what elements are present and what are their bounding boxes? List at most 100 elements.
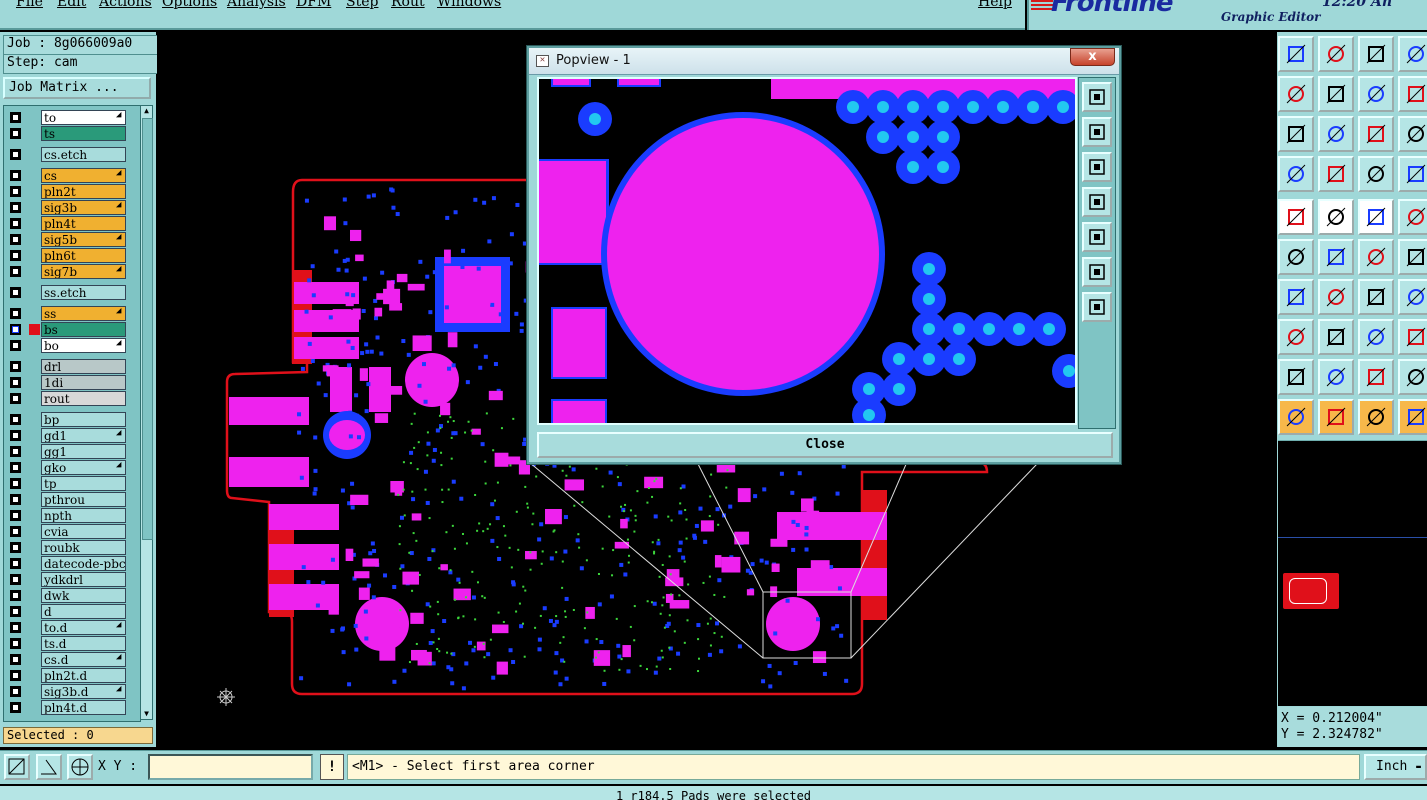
layer-row[interactable]: sig7b ◢ xyxy=(4,264,140,280)
layer-name[interactable]: pln2t xyxy=(41,184,126,199)
drill-button[interactable] xyxy=(1358,239,1394,275)
scroll-up-icon[interactable]: ▲ xyxy=(142,106,151,116)
layer-name[interactable]: ts xyxy=(41,126,126,141)
diagonal-button[interactable] xyxy=(1318,279,1354,315)
layer-row[interactable]: cs ◢ xyxy=(4,168,140,184)
layer-row[interactable]: bo ◢ xyxy=(4,338,140,354)
layer-row[interactable]: sig5b ◢ xyxy=(4,232,140,248)
layer-checkbox[interactable] xyxy=(10,494,21,505)
layer-name[interactable]: to xyxy=(41,110,126,125)
layer-checkbox[interactable] xyxy=(10,590,21,601)
units-selector[interactable]: Inch ▬ xyxy=(1364,754,1427,780)
execute-button[interactable]: ! xyxy=(320,754,344,780)
measure-mode-button[interactable] xyxy=(36,754,62,780)
menu-dfm[interactable]: DFM xyxy=(296,0,331,10)
layer-row[interactable]: gko ◢ xyxy=(4,460,140,476)
layer-row[interactable]: pln4t xyxy=(4,216,140,232)
layer-list-scrollbar[interactable]: ▲ ▼ xyxy=(140,105,153,720)
component-button[interactable] xyxy=(1398,319,1427,355)
menu-edit[interactable]: Edit xyxy=(57,0,86,10)
layer-checkbox[interactable] xyxy=(10,462,21,473)
layer-row[interactable]: to.d ◢ xyxy=(4,620,140,636)
step-button[interactable] xyxy=(1398,36,1427,72)
layer-checkbox[interactable] xyxy=(10,430,21,441)
pop-pan-up-button[interactable] xyxy=(1082,117,1112,147)
menu-options[interactable]: Options xyxy=(162,0,217,10)
zoom-home-button[interactable] xyxy=(1278,36,1314,72)
line-button[interactable] xyxy=(1318,199,1354,235)
layer-row[interactable]: ss ◢ xyxy=(4,306,140,322)
trace-button[interactable] xyxy=(1318,319,1354,355)
layer-row[interactable]: roubk xyxy=(4,540,140,556)
triangle-button[interactable] xyxy=(1278,359,1314,395)
arc-button[interactable] xyxy=(1358,279,1394,315)
layer-row[interactable]: sig3b.d ◢ xyxy=(4,684,140,700)
pop-zoom-in-button[interactable] xyxy=(1082,257,1112,287)
pan-left-button[interactable] xyxy=(1278,76,1314,112)
layer-row[interactable]: pln6t xyxy=(4,248,140,264)
layer-checkbox[interactable] xyxy=(10,324,21,335)
layer-checkbox[interactable] xyxy=(10,478,21,489)
net-button[interactable] xyxy=(1358,156,1394,192)
center-button[interactable] xyxy=(1318,116,1354,152)
drill2-button[interactable] xyxy=(1398,239,1427,275)
layer-row[interactable]: pthrou xyxy=(4,492,140,508)
layer-name[interactable]: ts.d xyxy=(41,636,126,651)
layer-row[interactable]: ts.d xyxy=(4,636,140,652)
layer-row[interactable]: cs.etch xyxy=(4,147,140,163)
layer-checkbox[interactable] xyxy=(10,250,21,261)
layer-checkbox[interactable] xyxy=(10,622,21,633)
ruler-button[interactable] xyxy=(1358,199,1394,235)
layer-name[interactable]: 1di xyxy=(41,375,126,390)
scroll-button[interactable] xyxy=(1398,76,1427,112)
grid-mode-button[interactable] xyxy=(67,754,93,780)
layer-name[interactable]: cs.d xyxy=(41,652,126,667)
layer-checkbox[interactable] xyxy=(10,558,21,569)
menu-file[interactable]: File xyxy=(16,0,43,10)
layer-name[interactable]: bp xyxy=(41,412,126,427)
layer-checkbox[interactable] xyxy=(10,186,21,197)
grid-button[interactable] xyxy=(1318,156,1354,192)
home-button[interactable] xyxy=(1358,36,1394,72)
layer-name[interactable]: ss.etch xyxy=(41,285,126,300)
layer-row[interactable]: gg1 xyxy=(4,444,140,460)
layer-checkbox[interactable] xyxy=(10,542,21,553)
pad-button[interactable] xyxy=(1278,199,1314,235)
layer-name[interactable]: gg1 xyxy=(41,444,126,459)
layer-checkbox[interactable] xyxy=(10,340,21,351)
help-button[interactable] xyxy=(1398,116,1427,152)
layer-name[interactable]: ss xyxy=(41,306,126,321)
menu-rout[interactable]: Rout xyxy=(391,0,425,10)
angle-button[interactable] xyxy=(1278,279,1314,315)
layer-checkbox[interactable] xyxy=(10,510,21,521)
layer-name[interactable]: gko xyxy=(41,460,126,475)
menu-step[interactable]: Step xyxy=(346,0,378,10)
layer-row[interactable]: rout xyxy=(4,391,140,407)
layer-name[interactable]: cvia xyxy=(41,524,126,539)
layer-name[interactable]: sig5b xyxy=(41,232,126,247)
scroll-thumb[interactable] xyxy=(142,118,153,540)
layer-checkbox[interactable] xyxy=(10,234,21,245)
layer-name[interactable]: roubk xyxy=(41,540,126,555)
fill-button[interactable] xyxy=(1398,279,1427,315)
layer-row[interactable]: pln2t.d xyxy=(4,668,140,684)
pop-pan-right-button[interactable] xyxy=(1082,222,1112,252)
layer-name[interactable]: bs xyxy=(41,322,126,337)
layer-checkbox[interactable] xyxy=(10,112,21,123)
pop-pan-left-button[interactable] xyxy=(1082,187,1112,217)
pop-pan-down-button[interactable] xyxy=(1082,152,1112,182)
window-close-button[interactable]: x xyxy=(1070,48,1115,66)
layer-name[interactable]: sig3b.d xyxy=(41,684,126,699)
layer-checkbox[interactable] xyxy=(10,149,21,160)
layer-row[interactable]: npth xyxy=(4,508,140,524)
dimension-button[interactable] xyxy=(1358,319,1394,355)
layer-name[interactable]: d xyxy=(41,604,126,619)
layer-checkbox[interactable] xyxy=(10,638,21,649)
menu-actions[interactable]: Actions xyxy=(99,0,152,10)
job-matrix-button[interactable]: Job Matrix ... xyxy=(3,77,151,99)
layer-checkbox[interactable] xyxy=(10,414,21,425)
layer-row[interactable]: to ◢ xyxy=(4,110,140,126)
layer-row[interactable]: cvia xyxy=(4,524,140,540)
fit-button[interactable] xyxy=(1278,116,1314,152)
layer-checkbox[interactable] xyxy=(10,361,21,372)
